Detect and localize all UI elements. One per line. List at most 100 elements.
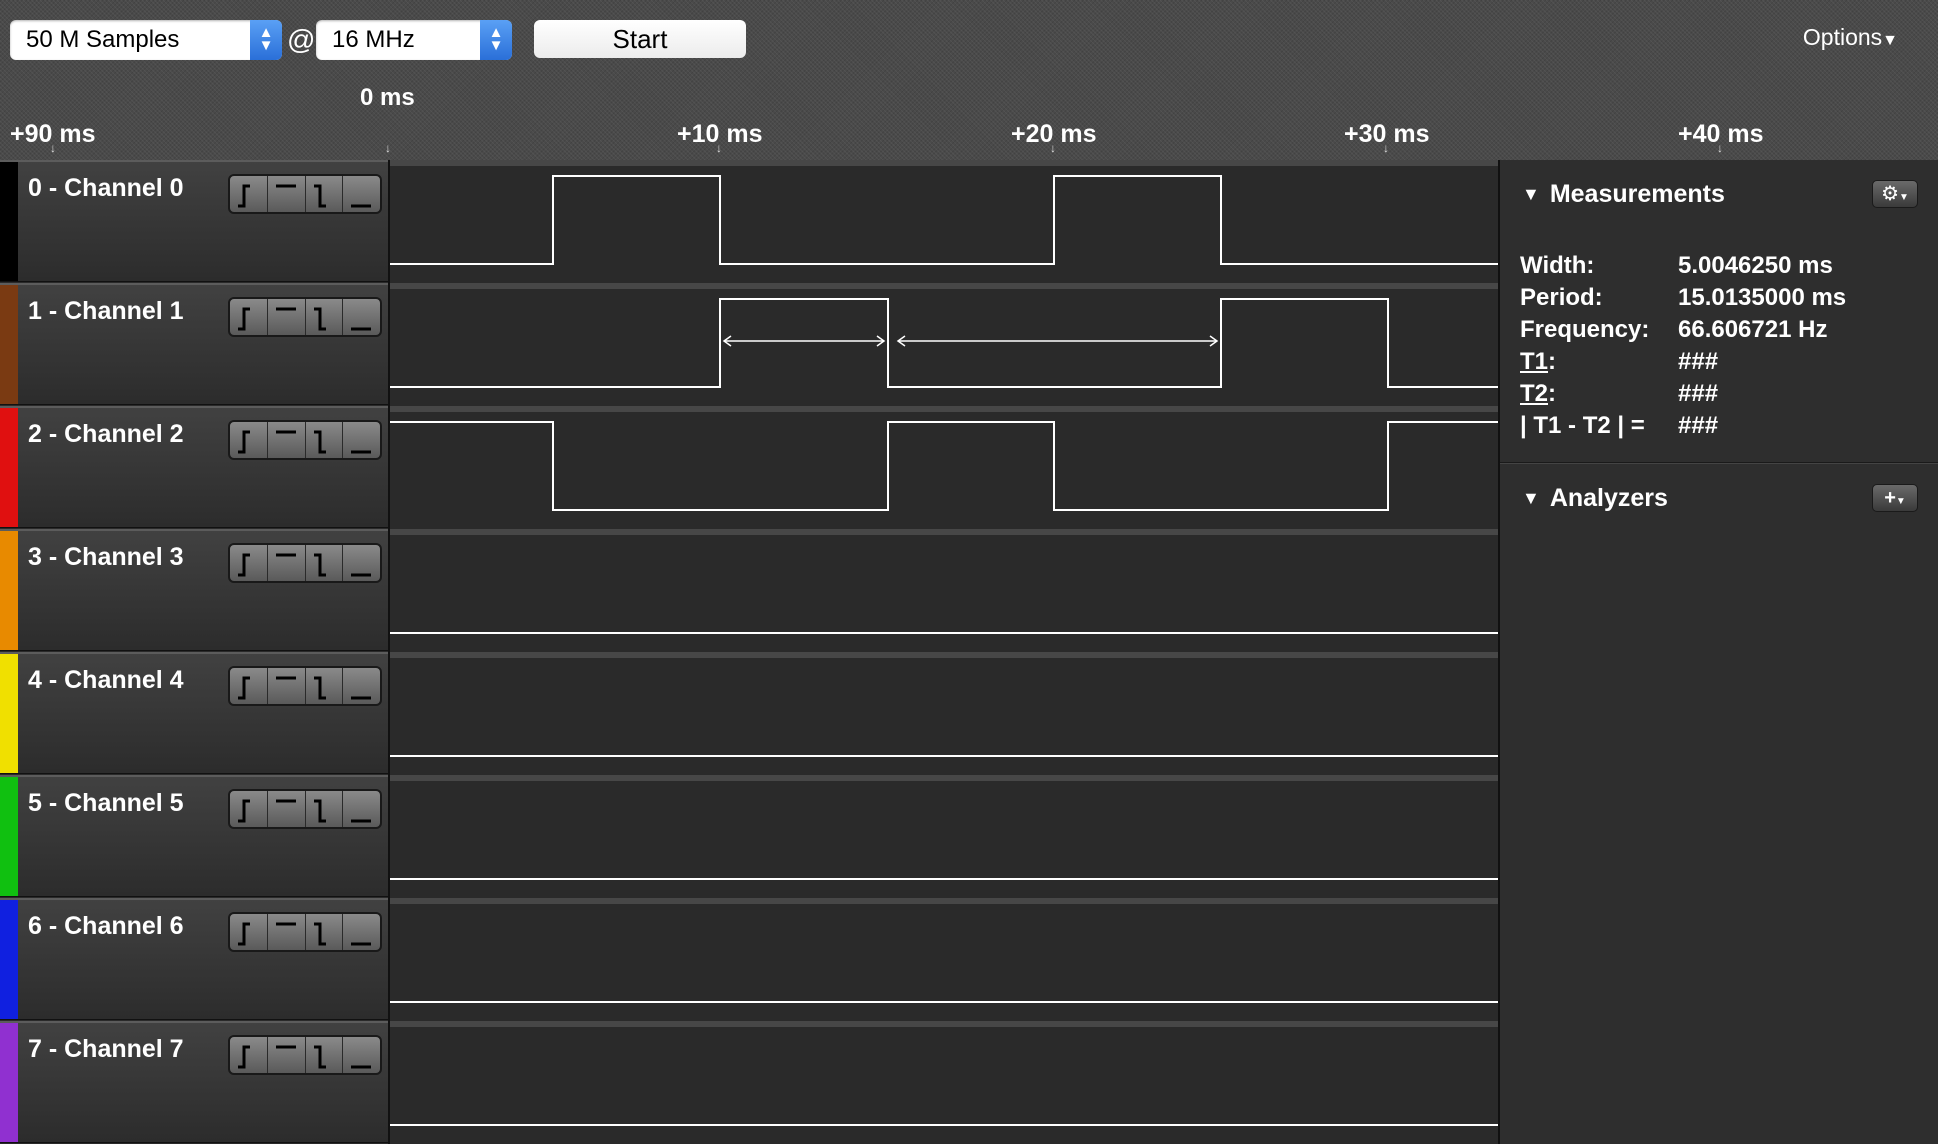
trigger-rising-edge-button[interactable] xyxy=(230,1037,268,1073)
t2-label[interactable]: T2: xyxy=(1520,380,1556,408)
channel-name[interactable]: 1 - Channel 1 xyxy=(28,297,184,326)
channel-color-swatch xyxy=(0,285,18,404)
falling-edge-icon xyxy=(313,430,326,454)
channel-row[interactable]: 7 - Channel 7 xyxy=(0,1021,388,1143)
sample-rate-value: 16 MHz xyxy=(332,26,415,53)
t1-label[interactable]: T1: xyxy=(1520,348,1556,376)
channel-waveform xyxy=(390,298,1500,388)
trigger-time-label: 0 ms xyxy=(360,84,415,111)
trigger-low-level-button[interactable] xyxy=(343,1037,380,1073)
analyzers-header[interactable]: ▼ Analyzers xyxy=(1522,484,1668,513)
channel-row[interactable]: 4 - Channel 4 xyxy=(0,652,388,774)
channel-row[interactable]: 0 - Channel 0 xyxy=(0,160,388,282)
measurements-settings-button[interactable]: ⚙▼ xyxy=(1872,180,1918,208)
trigger-high-level-button[interactable] xyxy=(268,668,306,704)
row-separator xyxy=(390,283,1500,289)
high-level-icon xyxy=(275,676,296,680)
t1-value: ### xyxy=(1678,348,1719,375)
trigger-falling-edge-button[interactable] xyxy=(306,668,344,704)
trigger-falling-edge-button[interactable] xyxy=(306,791,344,827)
rising-edge-icon xyxy=(238,922,250,946)
channel-name[interactable]: 4 - Channel 4 xyxy=(28,666,184,695)
trigger-low-level-button[interactable] xyxy=(343,914,380,950)
trigger-rising-edge-button[interactable] xyxy=(230,176,268,212)
channel-row[interactable]: 3 - Channel 3 xyxy=(0,529,388,651)
row-separator xyxy=(390,775,1500,781)
channel-row[interactable]: 2 - Channel 2 xyxy=(0,406,388,528)
trigger-buttons xyxy=(228,297,382,337)
channel-row[interactable]: 1 - Channel 1 xyxy=(0,283,388,405)
toolbar: 50 M Samples ▲ ▼ @ 16 MHz ▲ ▼ Start Option… xyxy=(0,0,1938,160)
trigger-falling-edge-button[interactable] xyxy=(306,914,344,950)
start-button[interactable]: Start xyxy=(534,20,746,58)
dropdown-arrow-icon: ▼ xyxy=(1882,32,1898,49)
trigger-high-level-button[interactable] xyxy=(268,914,306,950)
channel-color-swatch xyxy=(0,654,18,773)
add-analyzer-button[interactable]: +▼ xyxy=(1872,484,1918,512)
channel-row[interactable]: 6 - Channel 6 xyxy=(0,898,388,1020)
trigger-buttons xyxy=(228,789,382,829)
sample-rate-select[interactable]: 16 MHz ▲ ▼ xyxy=(316,20,512,60)
trigger-rising-edge-button[interactable] xyxy=(230,914,268,950)
high-level-icon xyxy=(275,922,296,926)
measurements-title: Measurements xyxy=(1549,180,1725,208)
falling-edge-icon xyxy=(313,307,326,331)
trigger-high-level-button[interactable] xyxy=(268,422,306,458)
tick-marker-icon: ↓ xyxy=(1050,141,1056,155)
trigger-buttons xyxy=(228,174,382,214)
measurements-header[interactable]: ▼ Measurements xyxy=(1522,180,1725,209)
trigger-low-level-button[interactable] xyxy=(343,668,380,704)
channel-name[interactable]: 7 - Channel 7 xyxy=(28,1035,184,1064)
low-level-icon xyxy=(351,204,372,208)
falling-edge-icon xyxy=(313,799,326,823)
trigger-low-level-button[interactable] xyxy=(343,299,380,335)
trigger-rising-edge-button[interactable] xyxy=(230,299,268,335)
low-level-icon xyxy=(351,327,372,331)
trigger-low-level-button[interactable] xyxy=(343,791,380,827)
trigger-low-level-button[interactable] xyxy=(343,176,380,212)
trigger-falling-edge-button[interactable] xyxy=(306,545,344,581)
trigger-high-level-button[interactable] xyxy=(268,176,306,212)
trigger-high-level-button[interactable] xyxy=(268,791,306,827)
high-level-icon xyxy=(275,307,296,311)
trigger-low-level-button[interactable] xyxy=(343,545,380,581)
frequency-value: 66.606721 Hz xyxy=(1678,316,1828,343)
low-level-icon xyxy=(351,450,372,454)
trigger-high-level-button[interactable] xyxy=(268,299,306,335)
channel-name[interactable]: 3 - Channel 3 xyxy=(28,543,184,572)
channel-row[interactable]: 5 - Channel 5 xyxy=(0,775,388,897)
trigger-falling-edge-button[interactable] xyxy=(306,422,344,458)
trigger-rising-edge-button[interactable] xyxy=(230,422,268,458)
trigger-falling-edge-button[interactable] xyxy=(306,1037,344,1073)
sample-count-select[interactable]: 50 M Samples ▲ ▼ xyxy=(10,20,282,60)
options-menu[interactable]: Options▼ xyxy=(1803,24,1898,51)
waveform-area[interactable] xyxy=(388,160,1500,1144)
trigger-falling-edge-button[interactable] xyxy=(306,299,344,335)
trigger-falling-edge-button[interactable] xyxy=(306,176,344,212)
width-label: Width: xyxy=(1520,252,1595,279)
tick-marker-icon: ↓ xyxy=(385,141,391,155)
stepper-icon[interactable]: ▲ ▼ xyxy=(250,20,282,60)
trigger-high-level-button[interactable] xyxy=(268,1037,306,1073)
rising-edge-icon xyxy=(238,676,250,700)
channel-name[interactable]: 2 - Channel 2 xyxy=(28,420,184,449)
trigger-rising-edge-button[interactable] xyxy=(230,791,268,827)
row-separator xyxy=(390,529,1500,535)
channel-name[interactable]: 0 - Channel 0 xyxy=(28,174,184,203)
channel-color-swatch xyxy=(0,777,18,896)
trigger-rising-edge-button[interactable] xyxy=(230,668,268,704)
channel-color-swatch xyxy=(0,162,18,281)
analyzers-title: Analyzers xyxy=(1549,484,1668,512)
trigger-rising-edge-button[interactable] xyxy=(230,545,268,581)
low-level-icon xyxy=(351,696,372,700)
t2-link[interactable]: T2 xyxy=(1520,380,1548,407)
channel-name[interactable]: 6 - Channel 6 xyxy=(28,912,184,941)
trigger-low-level-button[interactable] xyxy=(343,422,380,458)
period-arrow xyxy=(896,335,1219,347)
stepper-icon[interactable]: ▲ ▼ xyxy=(480,20,512,60)
channel-name[interactable]: 5 - Channel 5 xyxy=(28,789,184,818)
t1-link[interactable]: T1 xyxy=(1520,348,1548,375)
dropdown-arrow-icon: ▼ xyxy=(1899,192,1909,203)
falling-edge-icon xyxy=(313,1045,326,1069)
trigger-high-level-button[interactable] xyxy=(268,545,306,581)
